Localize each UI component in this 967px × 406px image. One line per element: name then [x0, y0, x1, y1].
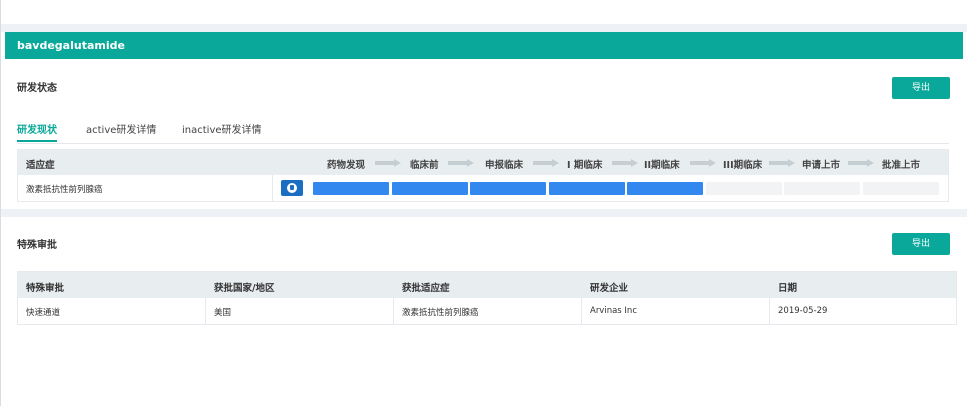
- cell-divider: [393, 298, 394, 324]
- indication-column-header: 适应症: [26, 160, 55, 171]
- tab-inactive-details[interactable]: inactive研发详情: [182, 121, 262, 136]
- row-divider: [272, 175, 273, 201]
- table-row[interactable]: 快速通道 美国 激素抵抗性前列腺癌 Arvinas Inc 2019-05-29: [18, 298, 956, 324]
- stage-phase-3: III期临床: [723, 160, 763, 171]
- stage-approved: 批准上市: [882, 160, 921, 171]
- stage-phase-2: II期临床: [644, 160, 680, 171]
- left-border: [0, 0, 1, 406]
- stage-arrow-icon: [848, 159, 874, 167]
- stage-segment: [548, 182, 625, 195]
- stage-segment: [313, 182, 389, 195]
- approval-table: 特殊审批 获批国家/地区 获批适应症 研发企业 日期 快速通道 美国 激素抵抗性…: [17, 271, 957, 325]
- stage-arrow-icon: [448, 159, 474, 167]
- stage-segment: [784, 182, 860, 195]
- stage-drug-discovery: 药物发现: [327, 160, 366, 171]
- top-separator: [1, 24, 967, 32]
- globe-icon[interactable]: [281, 180, 303, 196]
- tab-active-details[interactable]: active研发详情: [86, 121, 156, 136]
- col-header-country: 获批国家/地区: [214, 283, 275, 294]
- cell-date: 2019-05-29: [778, 306, 828, 316]
- stage-arrow-icon: [612, 159, 638, 167]
- stage-arrow-icon: [375, 159, 401, 167]
- approval-table-header: 特殊审批 获批国家/地区 获批适应症 研发企业 日期: [18, 272, 956, 298]
- stage-segment: [391, 182, 468, 195]
- active-tab-indicator: [17, 140, 57, 142]
- col-header-approval-type: 特殊审批: [26, 283, 65, 294]
- col-header-company: 研发企业: [590, 283, 629, 294]
- approval-export-button[interactable]: 导出: [892, 233, 950, 255]
- pipeline-header: 适应症 药物发现 临床前 申报临床 I 期临床 II期临床 III期临床 申请上…: [18, 150, 948, 175]
- pipeline-row[interactable]: 激素抵抗性前列腺癌: [18, 175, 948, 201]
- status-export-button[interactable]: 导出: [892, 77, 950, 99]
- stage-phase-1: I 期临床: [567, 160, 603, 171]
- mid-separator: [1, 209, 967, 217]
- pipeline-indication: 激素抵抗性前列腺癌: [26, 185, 103, 195]
- stage-arrow-icon: [533, 159, 559, 167]
- approval-section-title: 特殊审批: [17, 240, 57, 251]
- stage-ind-filing: 申报临床: [485, 160, 524, 171]
- cell-divider: [205, 298, 206, 324]
- stage-arrow-icon: [690, 159, 716, 167]
- col-header-date: 日期: [778, 283, 798, 294]
- cell-divider: [769, 298, 770, 324]
- stage-nda-filing: 申请上市: [802, 160, 841, 171]
- stage-preclinical: 临床前: [410, 160, 439, 171]
- pipeline-table: 适应症 药物发现 临床前 申报临床 I 期临床 II期临床 III期临床 申请上…: [17, 149, 949, 202]
- tab-current-status[interactable]: 研发现状: [17, 121, 57, 136]
- stage-segment: [862, 182, 939, 195]
- cell-country: 美国: [214, 308, 232, 318]
- cell-divider: [581, 298, 582, 324]
- cell-company: Arvinas Inc: [590, 306, 637, 316]
- col-header-indication: 获批适应症: [402, 283, 450, 294]
- stage-segment: [470, 182, 546, 195]
- drug-name-header: bavdegalutamide: [5, 32, 963, 59]
- cell-approval-type: 快速通道: [26, 308, 61, 318]
- cell-indication: 激素抵抗性前列腺癌: [402, 308, 479, 318]
- status-section-title: 研发状态: [17, 83, 57, 94]
- stage-segment: [627, 182, 703, 195]
- stage-arrow-icon: [769, 159, 795, 167]
- tabs-divider: [17, 143, 949, 144]
- stage-segment: [705, 182, 782, 195]
